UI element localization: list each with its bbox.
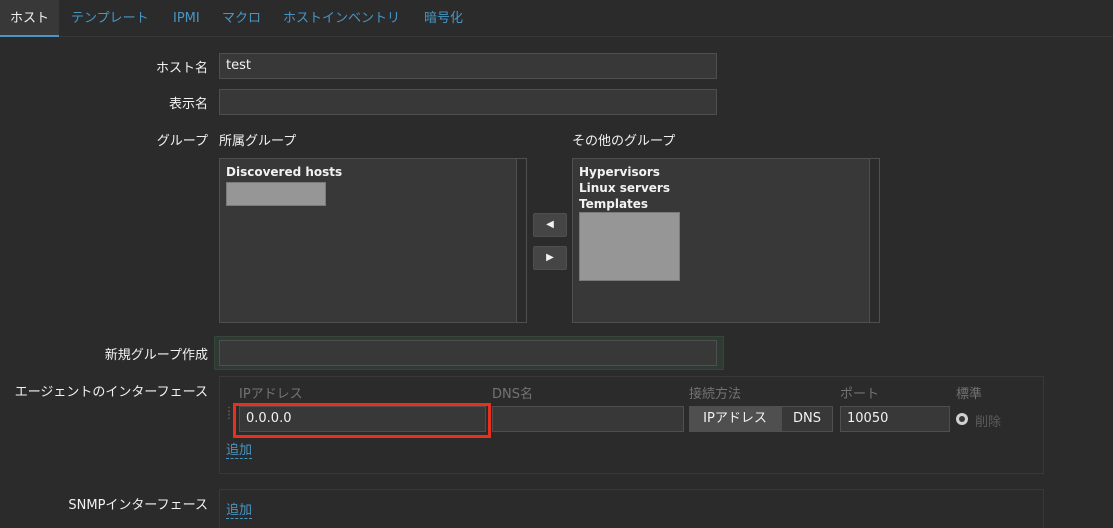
- display-name-label: 表示名: [168, 97, 208, 112]
- col-default-header: 標準: [956, 387, 983, 402]
- host-name-input[interactable]: test: [219, 53, 717, 79]
- list-item[interactable]: Discovered hosts: [226, 164, 342, 180]
- new-group-label: 新規グループ作成: [104, 348, 208, 363]
- display-name-input[interactable]: [219, 89, 717, 115]
- snmp-interface-box: [219, 489, 1044, 528]
- list-item[interactable]: Hypervisors: [579, 164, 660, 180]
- tab-ipmi[interactable]: IPMI: [173, 0, 200, 37]
- arrow-left-icon: ◀: [546, 219, 554, 230]
- add-agent-interface-link[interactable]: 追加: [226, 443, 253, 459]
- scrollbar[interactable]: [516, 159, 526, 322]
- snmp-interface-label: SNMPインターフェース: [68, 498, 208, 513]
- groups-label: グループ: [156, 134, 208, 149]
- in-groups-listbox[interactable]: Discovered hosts: [219, 158, 527, 323]
- col-ip-header: IPアドレス: [239, 387, 303, 402]
- tab-encryption[interactable]: 暗号化: [424, 0, 463, 37]
- connect-ip-button[interactable]: IPアドレス: [689, 406, 781, 432]
- remove-link[interactable]: 削除: [975, 411, 1001, 430]
- default-radio[interactable]: [956, 413, 968, 425]
- tab-host[interactable]: ホスト: [0, 0, 60, 37]
- list-item[interactable]: Linux servers: [579, 180, 670, 196]
- agent-interface-label: エージェントのインターフェース: [14, 385, 208, 400]
- col-connect-header: 接続方法: [689, 387, 742, 402]
- host-name-label: ホスト名: [155, 61, 208, 76]
- col-port-header: ポート: [840, 387, 880, 402]
- connect-dns-button[interactable]: DNS: [781, 406, 833, 432]
- arrow-right-icon: ▶: [546, 252, 554, 263]
- tab-templates[interactable]: テンプレート: [71, 0, 149, 37]
- redacted-block: [226, 182, 326, 206]
- other-groups-label: その他のグループ: [572, 134, 676, 149]
- col-dns-header: DNS名: [492, 387, 533, 402]
- redacted-block: [579, 212, 680, 281]
- dns-name-input[interactable]: [492, 406, 684, 432]
- move-right-button[interactable]: ▶: [533, 246, 567, 270]
- move-left-button[interactable]: ◀: [533, 213, 567, 237]
- tab-macros[interactable]: マクロ: [222, 0, 261, 37]
- in-groups-label: 所属グループ: [219, 134, 297, 149]
- list-item[interactable]: Templates: [579, 196, 648, 212]
- new-group-input[interactable]: [219, 340, 717, 366]
- add-snmp-interface-link[interactable]: 追加: [226, 503, 253, 519]
- other-groups-listbox[interactable]: Hypervisors Linux servers Templates: [572, 158, 880, 323]
- tab-bar: ホスト テンプレート IPMI マクロ ホストインベントリ 暗号化: [0, 0, 1113, 37]
- port-input[interactable]: 10050: [840, 406, 950, 432]
- scrollbar[interactable]: [869, 159, 879, 322]
- tab-host-inventory[interactable]: ホストインベントリ: [283, 0, 400, 37]
- highlight-box: [233, 403, 491, 438]
